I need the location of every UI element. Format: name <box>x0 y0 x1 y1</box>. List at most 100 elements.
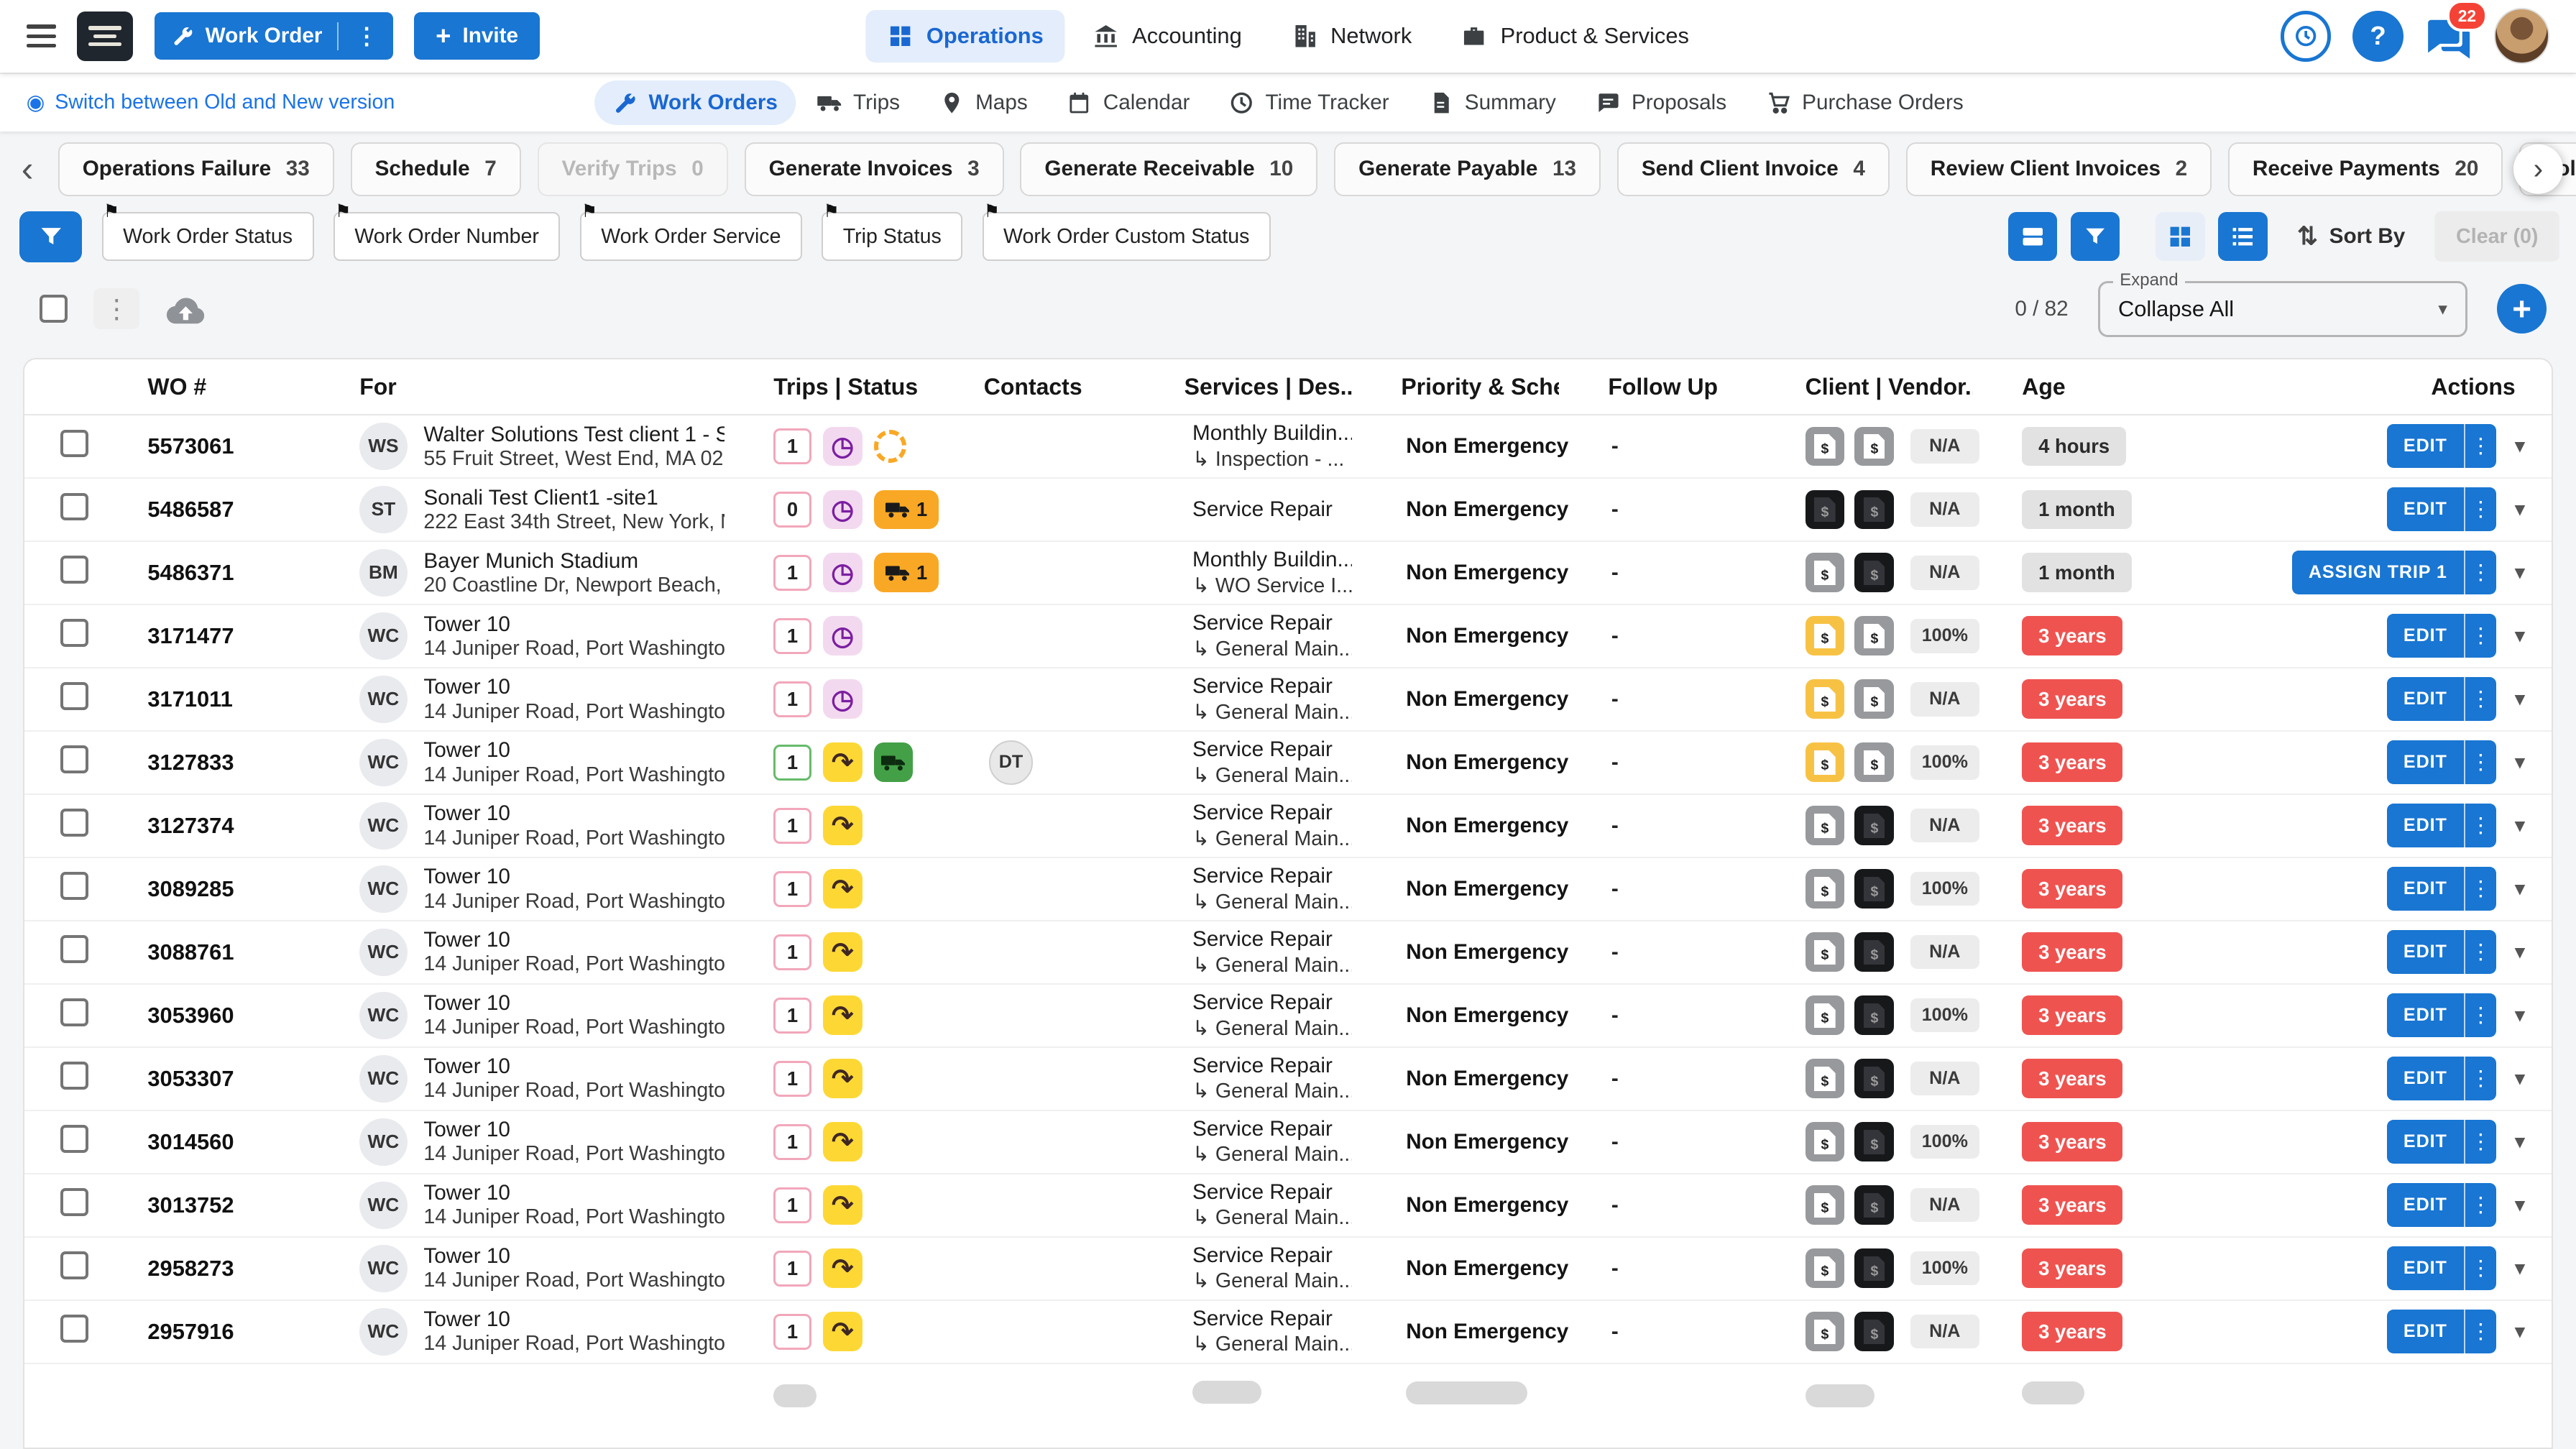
pipeline-generate-invoices[interactable]: Generate Invoices3 <box>745 142 1004 196</box>
tab-purchase-orders[interactable]: Purchase Orders <box>1748 80 1982 125</box>
edit-button[interactable]: EDIT <box>2387 1246 2464 1290</box>
row-more-button[interactable]: ⋮ <box>2464 993 2497 1037</box>
row-checkbox[interactable] <box>60 682 88 710</box>
row-checkbox[interactable] <box>60 493 88 521</box>
trip-count-badge[interactable]: 1 <box>773 1251 811 1287</box>
row-expand-chevron-icon[interactable]: ▾ <box>2515 813 2526 838</box>
trip-count-badge[interactable]: 1 <box>773 428 811 464</box>
edit-button[interactable]: EDIT <box>2387 867 2464 911</box>
row-expand-chevron-icon[interactable]: ▾ <box>2515 1003 2526 1028</box>
chip-work-order-number[interactable]: Work Order Number <box>334 212 560 262</box>
row-expand-chevron-icon[interactable]: ▾ <box>2515 623 2526 648</box>
row-checkbox[interactable] <box>60 745 88 773</box>
row-expand-chevron-icon[interactable]: ▾ <box>2515 750 2526 775</box>
trip-count-badge[interactable]: 0 <box>773 492 811 528</box>
row-expand-chevron-icon[interactable]: ▾ <box>2515 1192 2526 1218</box>
row-checkbox[interactable] <box>60 998 88 1026</box>
edit-button[interactable]: EDIT <box>2387 804 2464 847</box>
card-view-icon[interactable] <box>2008 212 2058 262</box>
work-order-more-icon[interactable]: ⋮ <box>350 22 383 50</box>
row-checkbox[interactable] <box>60 1125 88 1153</box>
row-more-button[interactable]: ⋮ <box>2464 1246 2497 1290</box>
trip-count-badge[interactable]: 1 <box>773 1061 811 1097</box>
edit-button[interactable]: EDIT <box>2387 614 2464 658</box>
header-age[interactable]: Age <box>1973 374 2203 400</box>
row-checkbox[interactable] <box>60 1188 88 1216</box>
pipeline-generate-receivable[interactable]: Generate Receivable10 <box>1020 142 1317 196</box>
header-wo[interactable]: WO # <box>116 374 310 400</box>
history-icon[interactable] <box>2281 11 2332 62</box>
menu-icon[interactable] <box>27 19 56 54</box>
header-trips-status[interactable]: Trips | Status <box>724 374 935 400</box>
help-icon[interactable]: ? <box>2352 11 2404 62</box>
header-for[interactable]: For <box>310 374 724 400</box>
bulk-actions-icon[interactable]: ⋮ <box>93 288 139 329</box>
trip-count-badge[interactable]: 1 <box>773 998 811 1034</box>
pipeline-schedule[interactable]: Schedule7 <box>351 142 521 196</box>
edit-button[interactable]: EDIT <box>2387 424 2464 468</box>
row-expand-chevron-icon[interactable]: ▾ <box>2515 560 2526 585</box>
row-checkbox[interactable] <box>60 1062 88 1090</box>
trip-count-badge[interactable]: 1 <box>773 934 811 970</box>
chat-icon[interactable]: 22 <box>2425 18 2472 60</box>
tab-summary[interactable]: Summary <box>1410 80 1574 125</box>
row-checkbox[interactable] <box>60 872 88 900</box>
trip-count-badge[interactable]: 1 <box>773 808 811 844</box>
trip-count-badge[interactable]: 1 <box>773 1187 811 1223</box>
header-follow-up[interactable]: Follow Up <box>1559 374 1756 400</box>
row-checkbox[interactable] <box>60 556 88 584</box>
chip-work-order-custom-status[interactable]: Work Order Custom Status <box>983 212 1271 262</box>
pipeline-review-client-invoices[interactable]: Review Client Invoices2 <box>1906 142 2212 196</box>
trip-count-badge[interactable]: 1 <box>773 1124 811 1160</box>
row-expand-chevron-icon[interactable]: ▾ <box>2515 1066 2526 1091</box>
row-more-button[interactable]: ⋮ <box>2464 804 2497 847</box>
work-order-button[interactable]: Work Order ⋮ <box>155 12 393 60</box>
tab-calendar[interactable]: Calendar <box>1049 80 1208 125</box>
invite-button[interactable]: + Invite <box>414 12 539 60</box>
header-client-vendor[interactable]: Client | Vendor... <box>1756 374 1973 400</box>
row-more-button[interactable]: ⋮ <box>2464 740 2497 784</box>
row-more-button[interactable]: ⋮ <box>2464 551 2497 594</box>
pipeline-send-client-invoice[interactable]: Send Client Invoice4 <box>1617 142 1890 196</box>
edit-button[interactable]: EDIT <box>2387 1120 2464 1164</box>
row-expand-chevron-icon[interactable]: ▾ <box>2515 939 2526 965</box>
trip-count-badge[interactable]: 1 <box>773 745 811 781</box>
company-logo[interactable] <box>77 12 133 61</box>
header-contacts[interactable]: Contacts <box>934 374 1135 400</box>
row-more-button[interactable]: ⋮ <box>2464 867 2497 911</box>
tab-time-tracker[interactable]: Time Tracker <box>1211 80 1407 125</box>
edit-button[interactable]: EDIT <box>2387 1310 2464 1353</box>
list-view-icon[interactable] <box>2218 212 2268 262</box>
trip-count-badge[interactable]: 1 <box>773 1314 811 1350</box>
tab-trips[interactable]: Trips <box>799 80 918 125</box>
row-checkbox[interactable] <box>60 935 88 963</box>
nav-product-services[interactable]: Product & Services <box>1440 10 1711 63</box>
expand-collapse-dropdown[interactable]: Expand Collapse All ▾ <box>2098 281 2467 337</box>
header-services[interactable]: Services | Des... <box>1135 374 1352 400</box>
row-checkbox[interactable] <box>60 1315 88 1343</box>
row-more-button[interactable]: ⋮ <box>2464 1183 2497 1227</box>
nav-accounting[interactable]: Accounting <box>1072 10 1264 63</box>
row-more-button[interactable]: ⋮ <box>2464 677 2497 721</box>
row-checkbox[interactable] <box>60 430 88 458</box>
nav-operations[interactable]: Operations <box>865 10 1064 63</box>
row-checkbox[interactable] <box>60 809 88 837</box>
edit-button[interactable]: EDIT <box>2387 1183 2464 1227</box>
edit-button[interactable]: ASSIGN TRIP 1 <box>2292 551 2464 594</box>
row-expand-chevron-icon[interactable]: ▾ <box>2515 433 2526 459</box>
contact-avatar[interactable]: DT <box>989 740 1034 785</box>
chip-work-order-status[interactable]: Work Order Status <box>102 212 314 262</box>
pipeline-generate-payable[interactable]: Generate Payable13 <box>1334 142 1601 196</box>
user-avatar[interactable] <box>2494 8 2550 64</box>
row-expand-chevron-icon[interactable]: ▾ <box>2515 1129 2526 1154</box>
chip-trip-status[interactable]: Trip Status <box>822 212 962 262</box>
edit-button[interactable]: EDIT <box>2387 677 2464 721</box>
row-more-button[interactable]: ⋮ <box>2464 930 2497 974</box>
row-expand-chevron-icon[interactable]: ▾ <box>2515 876 2526 901</box>
pipeline-receive-payments[interactable]: Receive Payments20 <box>2228 142 2503 196</box>
select-all-checkbox[interactable] <box>40 295 68 323</box>
add-work-order-button[interactable]: + <box>2497 284 2547 334</box>
row-more-button[interactable]: ⋮ <box>2464 1310 2497 1353</box>
edit-button[interactable]: EDIT <box>2387 993 2464 1037</box>
row-expand-chevron-icon[interactable]: ▾ <box>2515 686 2526 712</box>
